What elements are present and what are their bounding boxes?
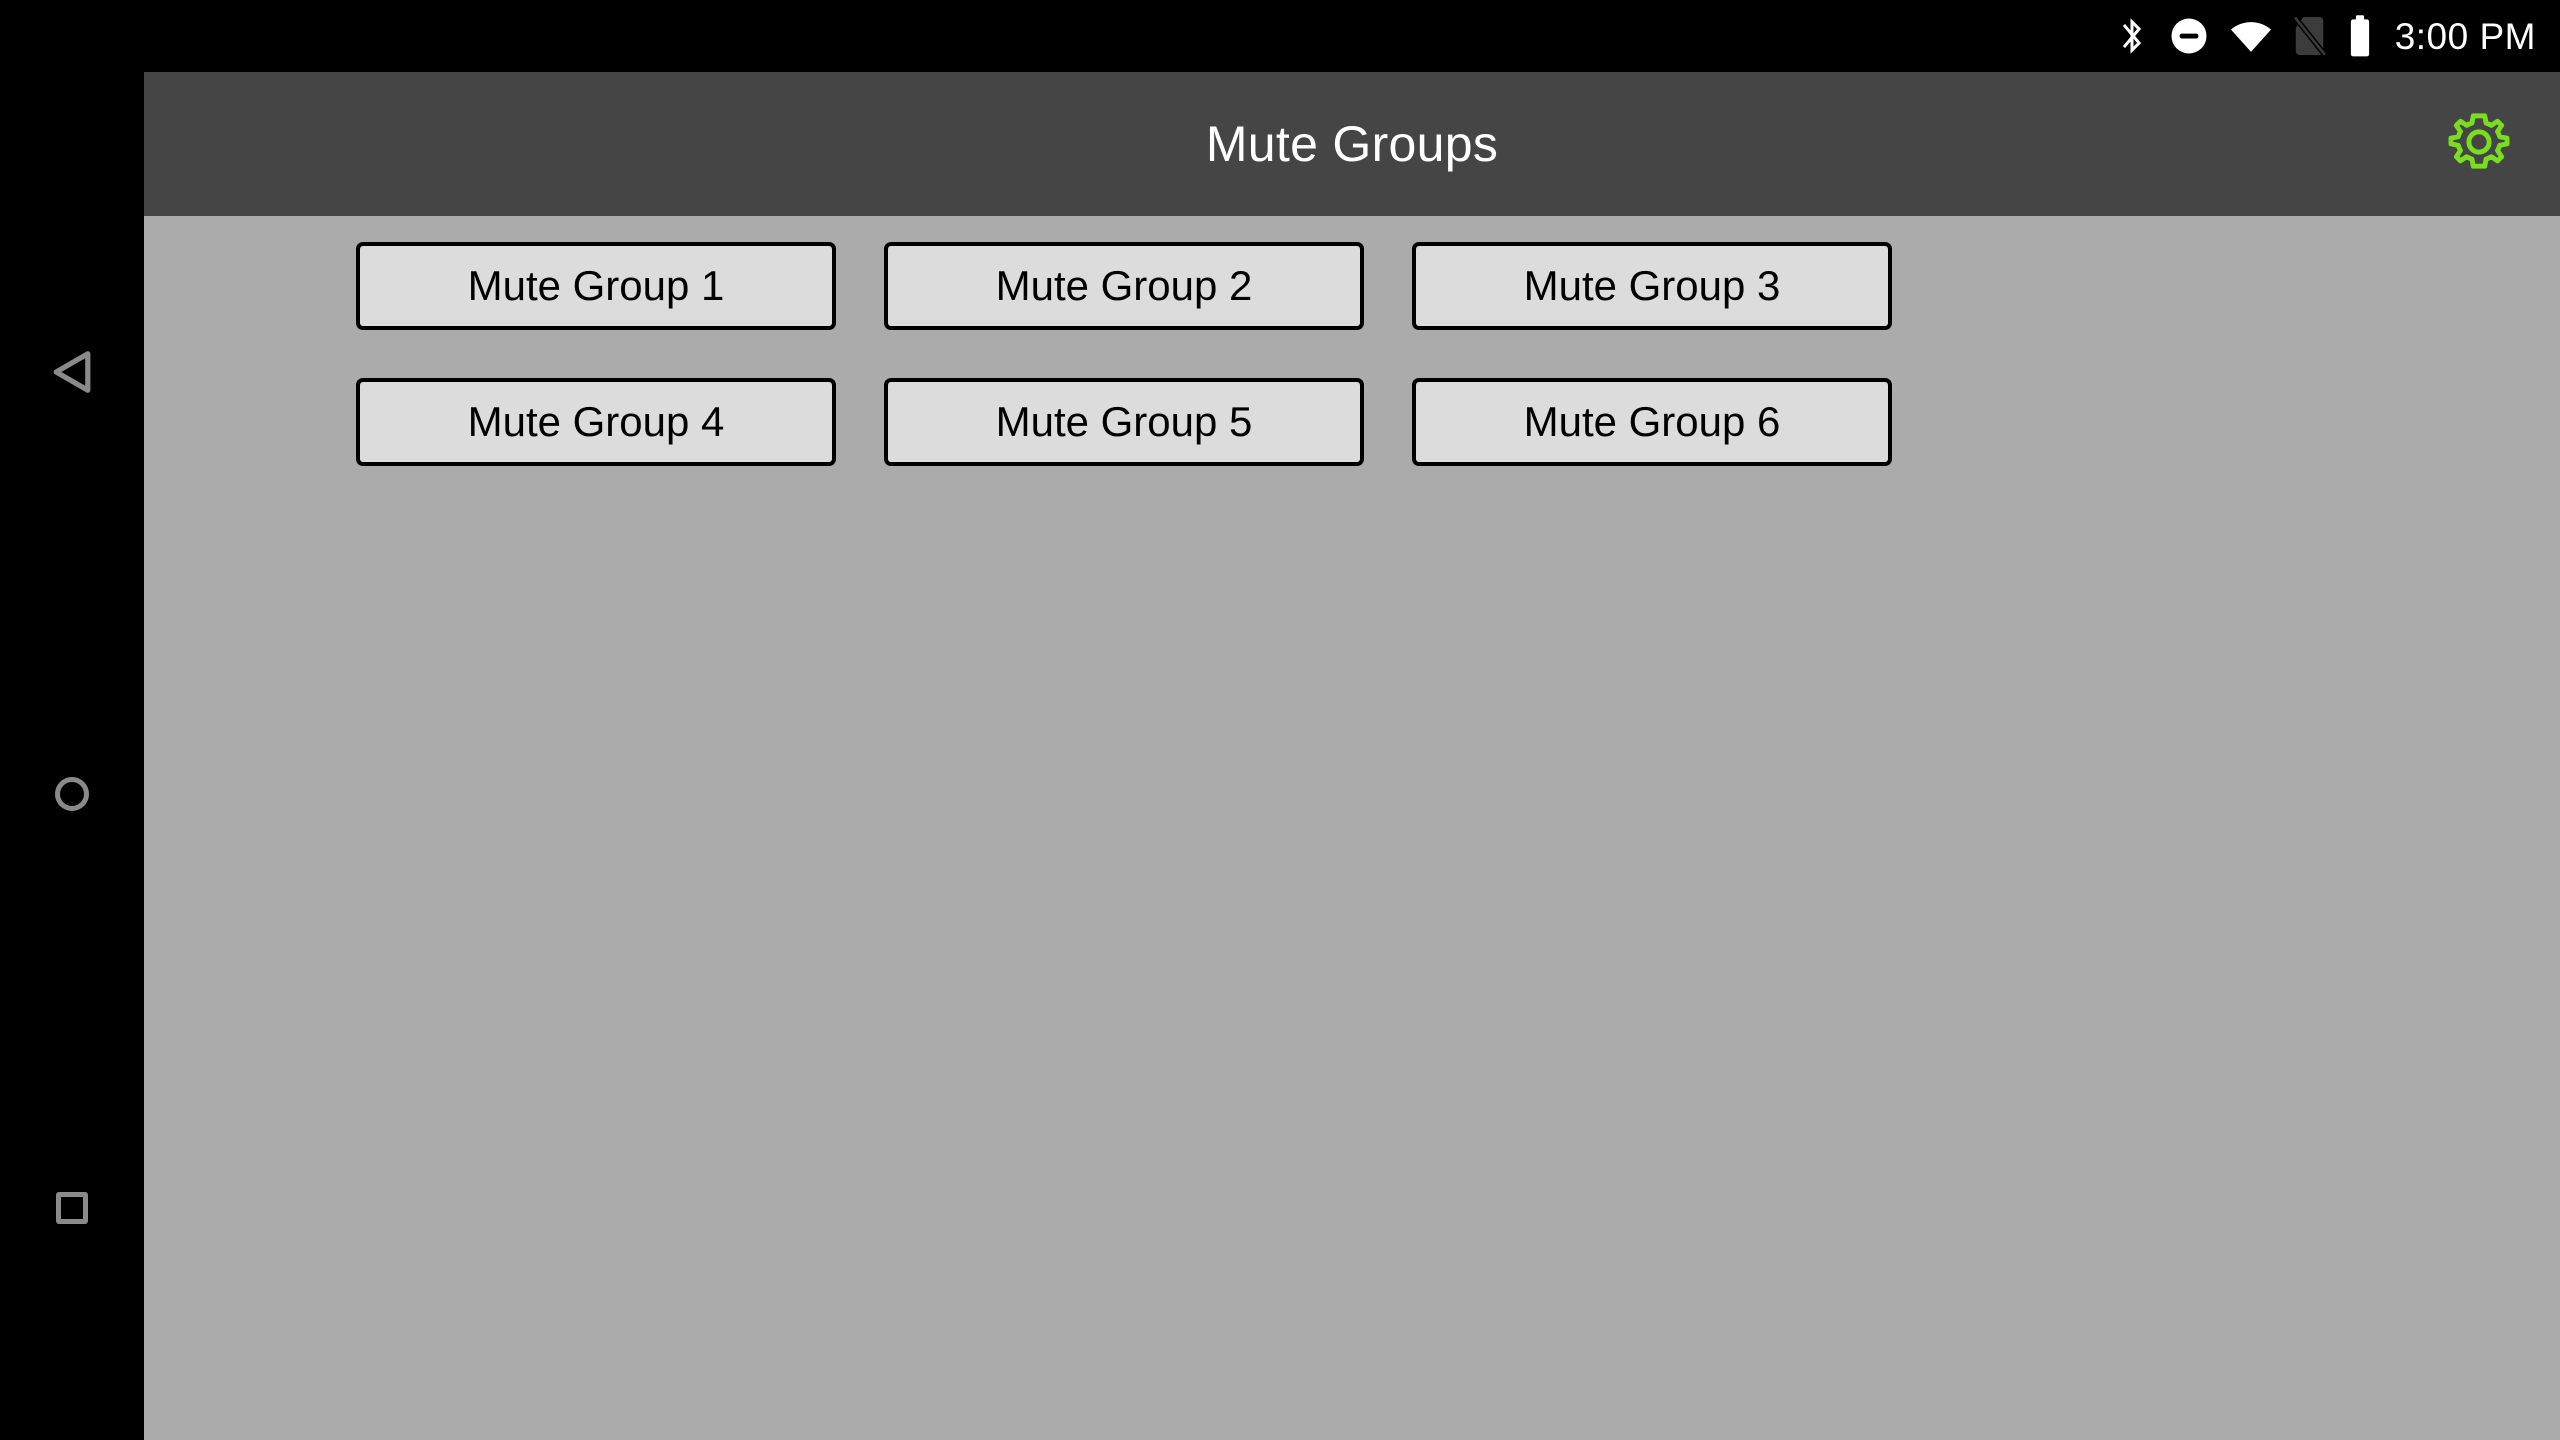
no-sim-card-icon — [2292, 15, 2327, 57]
content-area: Mute Group 1 Mute Group 2 Mute Group 3 M… — [144, 216, 2560, 1440]
bluetooth-icon — [2115, 16, 2149, 56]
mute-group-button-2[interactable]: Mute Group 2 — [884, 242, 1364, 330]
device-screen: 3:00 PM Mute Groups Mute Group 1 Mute Gr… — [0, 0, 2560, 1440]
recents-square-icon — [56, 1192, 88, 1224]
status-bar-clock: 3:00 PM — [2394, 15, 2536, 57]
nav-recents-button[interactable] — [0, 1153, 144, 1263]
mute-group-button-4[interactable]: Mute Group 4 — [356, 378, 836, 466]
nav-back-button[interactable] — [0, 319, 144, 429]
mute-group-button-6[interactable]: Mute Group 6 — [1412, 378, 1892, 466]
app-bar: Mute Groups — [144, 72, 2560, 216]
navigation-bar — [0, 72, 144, 1440]
settings-button[interactable] — [2436, 101, 2522, 187]
mute-group-button-5[interactable]: Mute Group 5 — [884, 378, 1364, 466]
do-not-disturb-icon — [2169, 16, 2209, 56]
mute-groups-grid: Mute Group 1 Mute Group 2 Mute Group 3 M… — [356, 242, 1892, 466]
mute-group-button-1[interactable]: Mute Group 1 — [356, 242, 836, 330]
page-title: Mute Groups — [1205, 116, 1499, 172]
home-circle-icon — [55, 777, 89, 811]
battery-icon — [2347, 14, 2373, 58]
nav-home-button[interactable] — [0, 739, 144, 849]
status-bar: 3:00 PM — [0, 0, 2560, 72]
wifi-icon — [2229, 16, 2273, 56]
gear-icon — [2441, 104, 2517, 185]
app-window: Mute Groups Mute Group 1 Mute Group 2 Mu… — [144, 72, 2560, 1440]
back-triangle-icon — [51, 349, 93, 400]
mute-group-button-3[interactable]: Mute Group 3 — [1412, 242, 1892, 330]
